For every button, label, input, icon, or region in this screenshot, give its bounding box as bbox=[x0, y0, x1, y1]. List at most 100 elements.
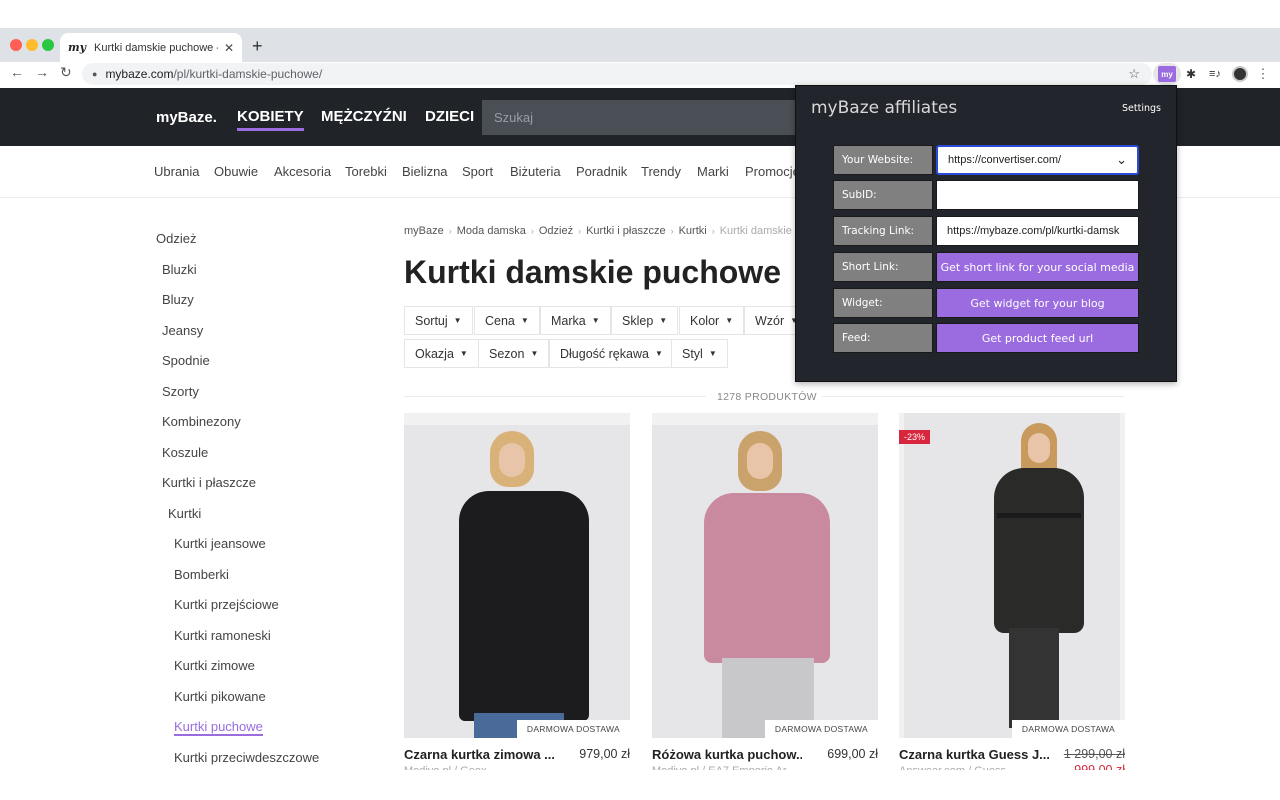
category-torebki[interactable]: Torebki bbox=[345, 164, 387, 179]
filter-dlugosc-rekawa[interactable]: Długość rękawa ▼ bbox=[549, 339, 674, 368]
filter-cena[interactable]: Cena ▼ bbox=[474, 306, 540, 335]
get-feed-button[interactable]: Get product feed url bbox=[936, 323, 1139, 353]
sidebar-item-odziez[interactable]: Odzież bbox=[156, 231, 196, 246]
sidebar-item-bluzy[interactable]: Bluzy bbox=[162, 292, 194, 307]
category-obuwie[interactable]: Obuwie bbox=[214, 164, 258, 179]
category-akcesoria[interactable]: Akcesoria bbox=[274, 164, 331, 179]
address-bar[interactable]: ● mybaze.com/pl/kurtki-damskie-puchowe/ … bbox=[82, 63, 1152, 85]
sidebar-item-kurtki-i-plaszcze[interactable]: Kurtki i płaszcze bbox=[162, 475, 256, 490]
website-select[interactable]: https://convertiser.com/ ⌄ bbox=[936, 145, 1139, 175]
mybaze-extension-icon[interactable]: my bbox=[1158, 66, 1176, 82]
filter-label: Długość rękawa bbox=[560, 346, 649, 361]
mybaze-favicon-icon: my bbox=[68, 41, 87, 54]
category-poradnik[interactable]: Poradnik bbox=[576, 164, 627, 179]
get-short-link-button[interactable]: Get short link for your social media bbox=[936, 252, 1139, 282]
settings-link[interactable]: Settings bbox=[1122, 103, 1161, 114]
row-short-link: Short Link: Get short link for your soci… bbox=[833, 252, 1139, 282]
filter-kolor[interactable]: Kolor ▼ bbox=[679, 306, 745, 335]
product-card[interactable]: -23% DARMOWA DOSTAWA Czarna kurtka Guess… bbox=[899, 413, 1125, 777]
profile-avatar[interactable] bbox=[1232, 66, 1248, 82]
filter-styl[interactable]: Styl ▼ bbox=[671, 339, 728, 368]
product-image[interactable]: -23% DARMOWA DOSTAWA bbox=[899, 413, 1125, 738]
breadcrumb-mybaze[interactable]: myBaze bbox=[404, 225, 444, 237]
divider bbox=[404, 396, 706, 397]
extensions-puzzle-icon[interactable]: ✱ bbox=[1184, 66, 1198, 82]
sidebar-item-kurtki-przejsciowe[interactable]: Kurtki przejściowe bbox=[174, 597, 279, 612]
category-trendy[interactable]: Trendy bbox=[641, 164, 681, 179]
get-widget-button[interactable]: Get widget for your blog bbox=[936, 288, 1139, 318]
browser-menu-icon[interactable]: ⋮ bbox=[1257, 66, 1270, 82]
category-ubrania[interactable]: Ubrania bbox=[154, 164, 200, 179]
breadcrumb-separator: › bbox=[711, 226, 715, 236]
category-bielizna[interactable]: Bielizna bbox=[402, 164, 448, 179]
back-icon[interactable]: ← bbox=[10, 64, 24, 80]
bookmark-star-icon[interactable]: ☆ bbox=[1128, 66, 1140, 82]
product-name[interactable]: Różowa kurtka puchow... bbox=[652, 747, 802, 762]
sidebar-item-kurtki-zimowe[interactable]: Kurtki zimowe bbox=[174, 658, 255, 673]
new-tab-button[interactable]: + bbox=[252, 36, 263, 57]
sidebar-item-bomberki[interactable]: Bomberki bbox=[174, 567, 229, 582]
filter-label: Sortuj bbox=[415, 313, 448, 328]
site-logo[interactable]: myBaze. bbox=[156, 109, 217, 126]
breadcrumb-moda-damska[interactable]: Moda damska bbox=[457, 225, 526, 237]
caret-down-icon: ▼ bbox=[453, 316, 462, 325]
close-icon[interactable]: ✕ bbox=[224, 41, 234, 55]
search-input[interactable] bbox=[482, 100, 812, 135]
product-name[interactable]: Czarna kurtka Guess J... bbox=[899, 747, 1049, 762]
media-control-icon[interactable]: ≡♪ bbox=[1208, 66, 1222, 82]
product-image[interactable]: DARMOWA DOSTAWA bbox=[404, 413, 630, 738]
pink-jacket bbox=[704, 493, 830, 663]
product-card[interactable]: DARMOWA DOSTAWA Różowa kurtka puchow... … bbox=[652, 413, 878, 777]
page-title: Kurtki damskie puchowe bbox=[404, 254, 781, 290]
browser-tab[interactable]: my Kurtki damskie puchowe - Kolekcja ✕ bbox=[60, 33, 242, 62]
product-image[interactable]: DARMOWA DOSTAWA bbox=[652, 413, 878, 738]
browser-chrome: my Kurtki damskie puchowe - Kolekcja ✕ +… bbox=[0, 28, 1280, 86]
sidebar-item-kurtki-puchowe[interactable]: Kurtki puchowe bbox=[174, 719, 263, 736]
subid-input[interactable] bbox=[936, 180, 1139, 210]
filter-label: Sklep bbox=[622, 313, 654, 328]
popup-title: myBaze affiliates bbox=[811, 98, 958, 118]
sidebar-item-jeansy[interactable]: Jeansy bbox=[162, 323, 203, 338]
sidebar-item-koszule[interactable]: Koszule bbox=[162, 445, 208, 460]
category-sport[interactable]: Sport bbox=[462, 164, 493, 179]
browser-toolbar: ← → ↻ ● mybaze.com/pl/kurtki-damskie-puc… bbox=[0, 62, 1280, 86]
filter-sortuj[interactable]: Sortuj ▼ bbox=[404, 306, 473, 335]
nav-mezczyzni[interactable]: MĘŻCZYŹNI bbox=[321, 108, 407, 125]
breadcrumb-odziez[interactable]: Odzież bbox=[539, 225, 573, 237]
filter-okazja[interactable]: Okazja ▼ bbox=[404, 339, 479, 368]
product-price: 699,00 zł bbox=[827, 747, 878, 761]
maximize-window-button[interactable] bbox=[42, 39, 54, 51]
sidebar-item-kurtki[interactable]: Kurtki bbox=[168, 506, 201, 521]
category-marki[interactable]: Marki bbox=[697, 164, 729, 179]
sidebar-item-kombinezony[interactable]: Kombinezony bbox=[162, 414, 241, 429]
product-name[interactable]: Czarna kurtka zimowa ... bbox=[404, 747, 554, 762]
tracking-label: Tracking Link: bbox=[833, 216, 933, 246]
category-promocje[interactable]: Promocje bbox=[745, 164, 800, 179]
filter-label: Sezon bbox=[489, 346, 525, 361]
breadcrumb-kurtki[interactable]: Kurtki bbox=[679, 225, 707, 237]
nav-kobiety[interactable]: KOBIETY bbox=[237, 108, 304, 131]
sidebar-item-kurtki-jeansowe[interactable]: Kurtki jeansowe bbox=[174, 536, 266, 551]
reload-icon[interactable]: ↻ bbox=[60, 64, 72, 81]
sidebar-item-kurtki-ramoneski[interactable]: Kurtki ramoneski bbox=[174, 628, 271, 643]
filter-sklep[interactable]: Sklep ▼ bbox=[611, 306, 679, 335]
free-shipping-badge: DARMOWA DOSTAWA bbox=[764, 720, 878, 738]
sidebar-item-kurtki-przeciwdeszczowe[interactable]: Kurtki przeciwdeszczowe bbox=[174, 750, 319, 765]
url-host: mybaze.com bbox=[105, 67, 174, 81]
sidebar-item-bluzki[interactable]: Bluzki bbox=[162, 262, 197, 277]
category-bizuteria[interactable]: Biżuteria bbox=[510, 164, 561, 179]
tab-title: Kurtki damskie puchowe - Kolekcja bbox=[94, 41, 218, 54]
forward-icon[interactable]: → bbox=[35, 64, 49, 80]
affiliate-popup: myBaze affiliates Settings Your Website:… bbox=[795, 85, 1177, 382]
filter-marka[interactable]: Marka ▼ bbox=[540, 306, 611, 335]
sidebar-item-spodnie[interactable]: Spodnie bbox=[162, 353, 210, 368]
breadcrumb-kurtki-i-plaszcze[interactable]: Kurtki i płaszcze bbox=[586, 225, 665, 237]
product-card[interactable]: DARMOWA DOSTAWA Czarna kurtka zimowa ...… bbox=[404, 413, 630, 777]
close-window-button[interactable] bbox=[10, 39, 22, 51]
minimize-window-button[interactable] bbox=[26, 39, 38, 51]
sidebar-item-kurtki-pikowane[interactable]: Kurtki pikowane bbox=[174, 689, 266, 704]
tracking-link-field[interactable]: https://mybaze.com/pl/kurtki-damsk bbox=[936, 216, 1139, 246]
filter-sezon[interactable]: Sezon ▼ bbox=[478, 339, 550, 368]
nav-dzieci[interactable]: DZIECI bbox=[425, 108, 474, 125]
sidebar-item-szorty[interactable]: Szorty bbox=[162, 384, 199, 399]
